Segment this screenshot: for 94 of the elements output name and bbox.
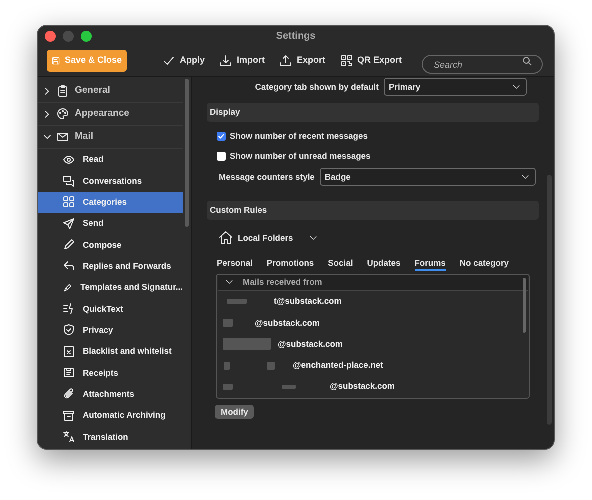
category-tab[interactable]: Updates <box>367 257 401 271</box>
section-header: Custom Rules <box>207 201 539 220</box>
chevron-down-icon <box>522 174 529 180</box>
upload-icon <box>280 55 292 67</box>
receipt-icon <box>63 367 75 380</box>
checkbox-label: Show number of recent messages <box>230 130 368 142</box>
sidebar-item[interactable]: Automatic Archiving <box>38 405 183 426</box>
clipboard-icon <box>57 85 69 97</box>
redaction-block <box>224 362 230 370</box>
list-header: Mails received from <box>243 276 322 289</box>
scrollbar[interactable] <box>547 175 552 425</box>
sidebar-item[interactable]: Compose <box>38 234 183 256</box>
search-field[interactable]: Search <box>422 55 543 74</box>
modify-button[interactable]: Modify <box>215 405 254 420</box>
counters-style-select[interactable]: Badge <box>320 168 536 186</box>
field-label: Message counters style <box>219 170 315 184</box>
category-tab[interactable]: Promotions <box>266 257 314 271</box>
field-label: Category tab shown by default <box>255 80 379 94</box>
chat-bubbles-icon <box>63 175 75 188</box>
import-button[interactable]: Import <box>220 54 266 68</box>
sender-address[interactable]: @substack.com <box>330 380 395 394</box>
check-icon <box>163 55 175 67</box>
sidebar-item[interactable]: Conversations <box>38 170 183 192</box>
envelope-icon <box>57 131 69 143</box>
category-tab[interactable]: No category <box>460 257 510 271</box>
sidebar-item[interactable]: Replies and Forwards <box>38 256 183 278</box>
sidebar-item[interactable]: General <box>38 80 183 103</box>
zoom-button[interactable] <box>81 30 92 42</box>
floppy-disk-icon <box>52 55 60 67</box>
sidebar-item[interactable]: Read <box>38 149 183 170</box>
eye-icon <box>63 154 75 166</box>
redaction-block <box>227 299 247 304</box>
sidebar-item[interactable]: Templates and Signatur... <box>38 277 183 298</box>
section-header: Display <box>207 103 539 122</box>
category-tab[interactable]: Social <box>328 257 354 271</box>
apply-button[interactable]: Apply <box>163 54 206 68</box>
reply-arrow-icon <box>63 260 75 272</box>
check-icon <box>218 132 225 140</box>
checkbox[interactable] <box>217 132 226 140</box>
category-tab[interactable]: Personal <box>217 257 253 271</box>
lightning-list-icon <box>63 303 75 316</box>
window-title: Settings <box>276 30 316 44</box>
redaction-block <box>223 384 233 390</box>
category-tab[interactable]: Forums <box>414 257 446 271</box>
checkbox[interactable] <box>217 152 226 160</box>
redaction-block <box>267 362 275 370</box>
chevron-down-icon <box>310 234 318 242</box>
sender-address[interactable]: @substack.com <box>278 338 343 351</box>
close-button[interactable] <box>45 30 56 42</box>
redaction-block <box>282 384 296 389</box>
qr-export-button[interactable]: QR Export <box>340 54 402 68</box>
export-button[interactable]: Export <box>280 54 326 68</box>
sender-address[interactable]: t@substack.com <box>274 295 342 308</box>
search-icon <box>523 56 532 66</box>
scrollbar[interactable] <box>523 278 526 333</box>
sender-address[interactable]: @substack.com <box>255 316 320 330</box>
archive-box-icon <box>63 410 75 422</box>
paperclip-icon <box>63 388 75 400</box>
sidebar-item[interactable]: Blacklist and whitelist <box>38 341 183 362</box>
sidebar-item[interactable]: Appearance <box>38 103 183 126</box>
folder-dropdown[interactable]: Local Folders <box>219 229 319 247</box>
sidebar-item[interactable]: Receipts <box>38 362 183 384</box>
folder-label: Local Folders <box>238 232 294 244</box>
chevron-down-icon <box>226 279 233 286</box>
chevron-down-icon <box>513 84 520 90</box>
select-value: Badge <box>324 170 352 184</box>
sidebar-item[interactable]: Categories <box>38 192 183 214</box>
shield-icon <box>63 324 75 336</box>
blocked-box-icon <box>63 346 75 358</box>
sidebar-item[interactable]: QuickText <box>38 298 183 320</box>
pencil-icon <box>63 239 75 252</box>
select-value: Primary <box>389 80 422 94</box>
sidebar-item[interactable]: Mail <box>38 126 183 149</box>
qr-code-icon <box>340 55 353 67</box>
palette-icon <box>57 108 69 120</box>
redaction-block <box>223 338 271 350</box>
paper-plane-icon <box>63 218 75 230</box>
checkbox-label: Show number of unread messages <box>230 150 371 162</box>
sidebar-item[interactable]: Attachments <box>38 384 183 406</box>
house-icon <box>219 231 233 245</box>
sidebar-item[interactable]: Send <box>38 213 183 234</box>
sidebar-item[interactable]: Privacy <box>38 320 183 342</box>
redaction-block <box>223 318 233 327</box>
sidebar-item[interactable]: Translation <box>38 426 183 448</box>
download-icon <box>220 55 232 67</box>
translate-icon <box>63 431 75 444</box>
sidebar-label: Mail <box>75 130 94 144</box>
sidebar-label: General <box>75 84 110 98</box>
default-tab-select[interactable]: Primary <box>384 78 527 96</box>
scrollbar[interactable] <box>185 79 189 227</box>
sender-address[interactable]: @enchanted-place.net <box>293 359 384 372</box>
sidebar-label: Appearance <box>75 106 130 121</box>
signature-pen-icon <box>63 282 73 294</box>
grid-icon <box>63 196 75 208</box>
